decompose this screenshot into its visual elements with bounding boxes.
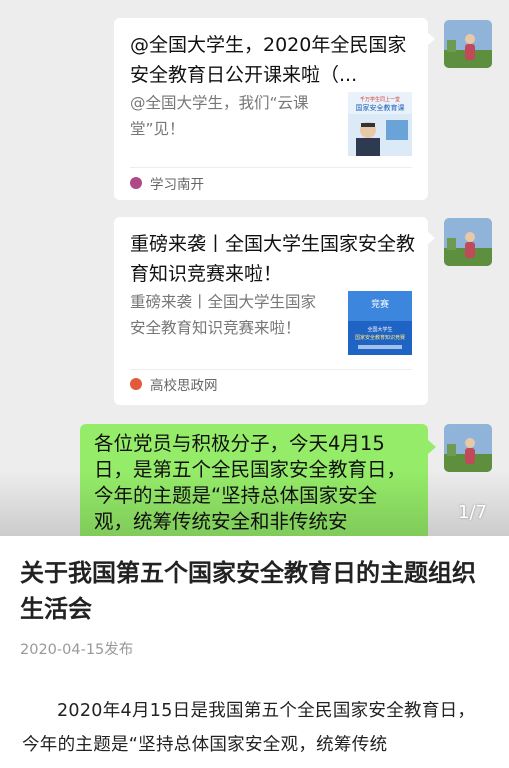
svg-text:国家安全教育知识竞赛: 国家安全教育知识竞赛 <box>355 334 405 341</box>
card-divider <box>130 369 412 370</box>
shared-article-card[interactable]: @全国大学生，2020年全民国家安全教育日公开课来啦（... @全国大学生，我们… <box>114 18 435 200</box>
card-divider <box>130 167 412 168</box>
card-description: 重磅来袭丨全国大学生国家安全教育知识竞赛来啦！ <box>130 293 317 337</box>
source-name: 学习南开 <box>150 177 204 193</box>
article-body: 2020年4月15日是我国第五个全民国家安全教育日，今年的主题是“坚持总体国家安… <box>22 701 476 755</box>
svg-text:千万学生同上一堂: 千万学生同上一堂 <box>360 96 400 103</box>
user-avatar[interactable] <box>444 20 492 68</box>
card-thumbnail: 千万学生同上一堂 国家安全教育课 <box>348 92 412 156</box>
avatar-photo-icon <box>444 218 492 266</box>
card-description: @全国大学生，我们“云课堂”见！ <box>130 94 309 138</box>
chat-screenshot: @全国大学生，2020年全民国家安全教育日公开课来啦（... @全国大学生，我们… <box>0 0 509 536</box>
image-page-counter: 1/7 <box>458 502 487 523</box>
user-avatar[interactable] <box>444 218 492 266</box>
svg-text:全国大学生: 全国大学生 <box>367 326 392 333</box>
card-title: 重磅来袭丨全国大学生国家安全教育知识竞赛来啦！ <box>130 233 416 285</box>
article-title: 关于我国第五个国家安全教育日的主题组织生活会 <box>20 559 476 623</box>
user-avatar[interactable] <box>444 424 492 472</box>
avatar-photo-icon <box>444 424 492 472</box>
card-title: @全国大学生，2020年全民国家安全教育日公开课来啦（... <box>130 34 407 86</box>
card-source: 高校思政网 <box>130 374 218 394</box>
message-bubble[interactable]: 各位党员与积极分子，今天4月15日，是第五个全民国家安全教育日，今年的主题是“坚… <box>80 424 428 536</box>
official-account-icon <box>130 378 142 390</box>
avatar-photo-icon <box>444 20 492 68</box>
source-name: 高校思政网 <box>150 378 218 394</box>
message-text: 各位党员与积极分子，今天4月15日，是第五个全民国家安全教育日，今年的主题是“坚… <box>94 432 407 533</box>
article: 关于我国第五个国家安全教育日的主题组织生活会 2020-04-15发布 2020… <box>0 536 509 768</box>
svg-text:竞赛: 竞赛 <box>371 298 389 310</box>
svg-text:国家安全教育课: 国家安全教育课 <box>356 103 405 112</box>
bubble-tail <box>428 440 436 454</box>
shared-article-card[interactable]: 重磅来袭丨全国大学生国家安全教育知识竞赛来啦！ 重磅来袭丨全国大学生国家安全教育… <box>114 217 435 405</box>
card-source: 学习南开 <box>130 173 204 193</box>
official-account-icon <box>130 177 142 189</box>
card-thumbnail: 竞赛 全国大学生 国家安全教育知识竞赛 <box>348 291 412 355</box>
publish-date: 2020-04-15发布 <box>20 642 134 658</box>
